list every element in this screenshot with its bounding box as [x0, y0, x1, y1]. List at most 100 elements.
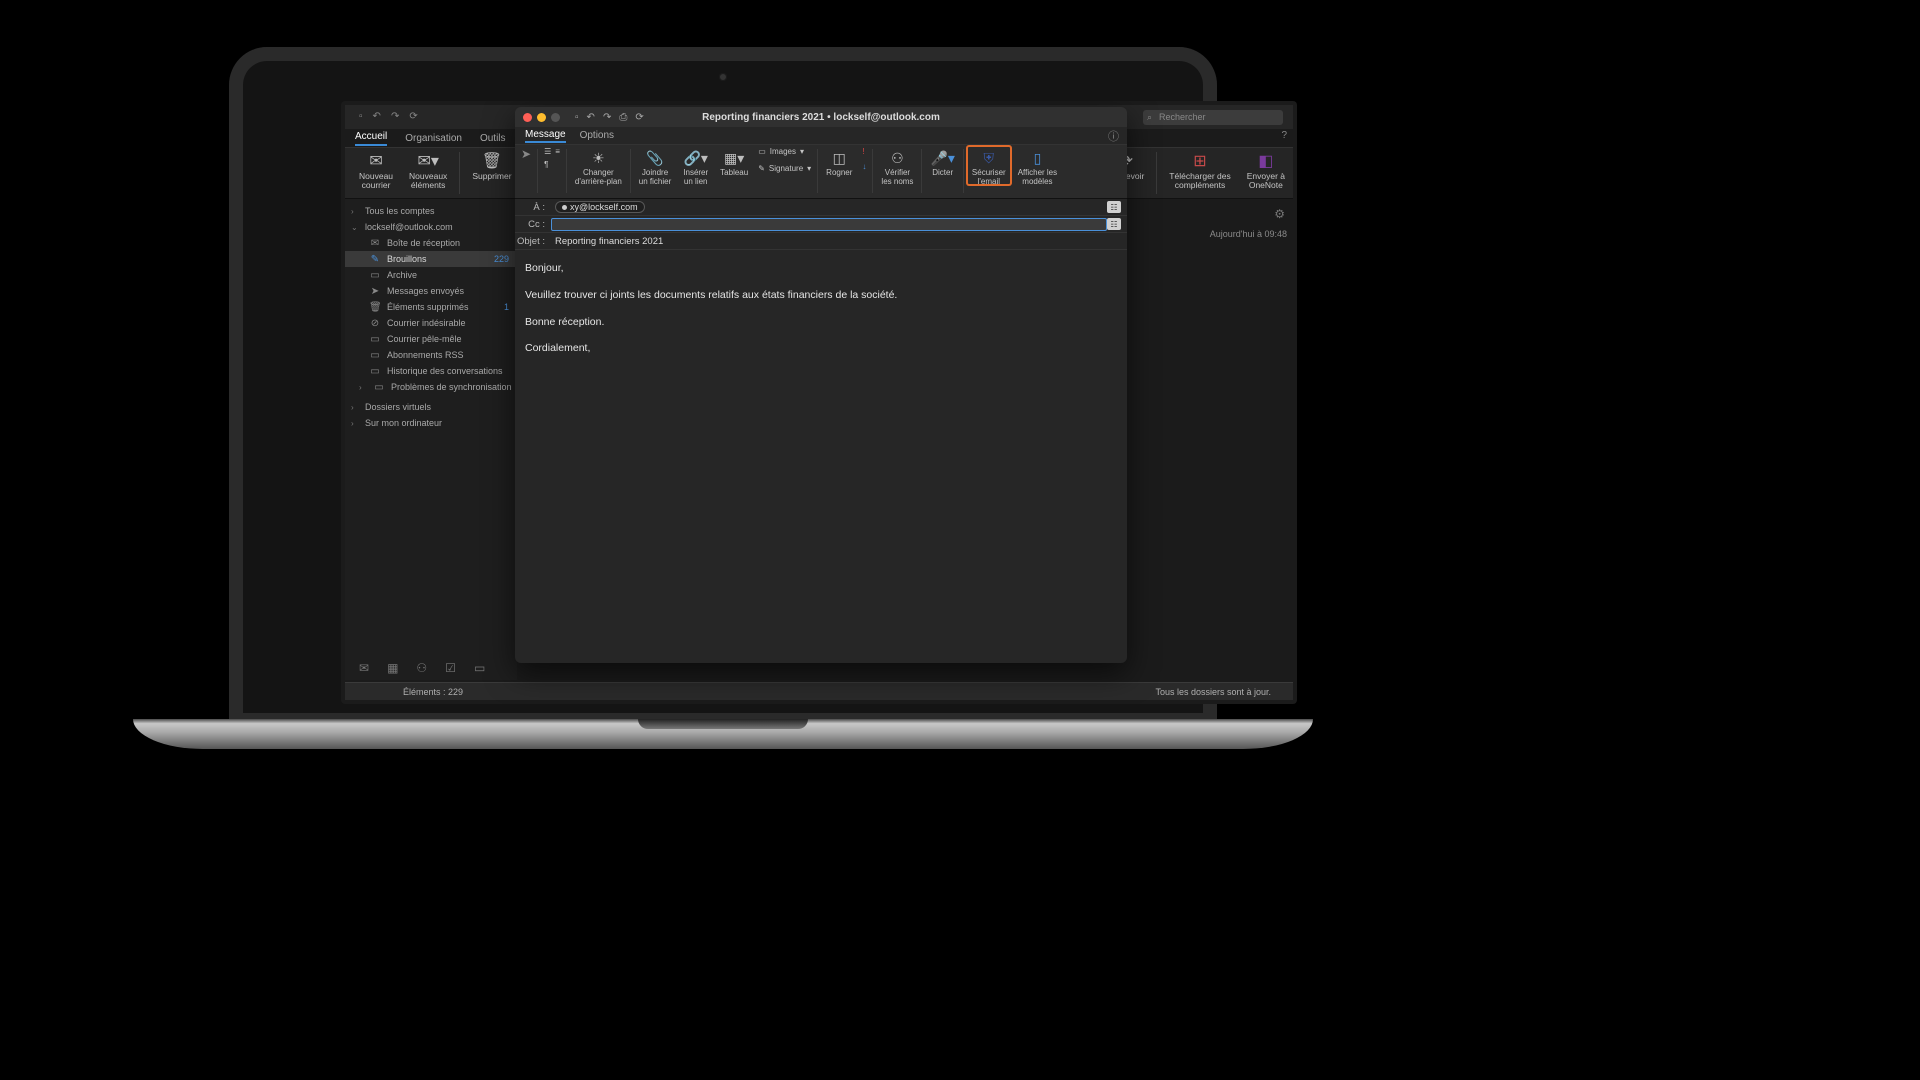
tasks-view-icon[interactable]: ☑: [445, 661, 456, 675]
paperclip-icon: 📎: [646, 149, 663, 167]
tab-message[interactable]: Message: [525, 129, 566, 143]
compose-tabs: Message Options ⓘ: [515, 127, 1127, 145]
sidebar-junk[interactable]: ⊘Courrier indésirable: [345, 315, 517, 331]
sync-icon[interactable]: ⟳: [409, 111, 417, 122]
delete-button[interactable]: 🗑 Supprimer: [464, 148, 519, 198]
print-icon[interactable]: ⎙: [619, 112, 627, 123]
recipient-chip[interactable]: xy@lockself.com: [555, 201, 645, 213]
mail-view-icon[interactable]: ✉: [359, 661, 369, 675]
screen: ▫ ↶ ↷ ⟳ Rechercher Accueil Organisation …: [341, 101, 1297, 704]
separator: [630, 149, 631, 193]
sidebar-tools: ✉ ▦ ⚇ ☑ ▭: [345, 656, 517, 680]
check-names-button[interactable]: ⚇ Vérifier les noms: [875, 145, 919, 186]
link-icon: 🔗▾: [683, 149, 707, 167]
tab-outils[interactable]: Outils: [480, 133, 506, 144]
attach-button[interactable]: 📎 Joindre un fichier: [633, 145, 677, 186]
undo-icon[interactable]: ↶: [373, 111, 381, 122]
save-icon[interactable]: ▫: [359, 111, 363, 122]
images-button[interactable]: ▭ Images▾: [758, 147, 811, 156]
sidebar-all-accounts[interactable]: ›Tous les comptes: [345, 203, 517, 219]
sync-icon[interactable]: ⟳: [635, 112, 643, 123]
sidebar-account[interactable]: ⌄lockself@outlook.com: [345, 219, 517, 235]
junk-icon: ⊘: [369, 318, 381, 329]
separator: [921, 149, 922, 193]
folder-icon: ▭: [369, 366, 381, 377]
search-input[interactable]: Rechercher: [1143, 110, 1283, 125]
envelope-dropdown-icon: ✉▾: [417, 152, 438, 170]
help-icon[interactable]: ⓘ: [1108, 128, 1119, 144]
trash-icon: 🗑: [369, 302, 381, 313]
zoom-icon[interactable]: [551, 113, 560, 122]
new-items-button[interactable]: ✉▾ Nouveaux éléments: [401, 148, 455, 198]
calendar-view-icon[interactable]: ▦: [387, 661, 398, 675]
priority-high-icon[interactable]: !: [862, 147, 866, 156]
body-line: Bonne réception.: [525, 314, 1117, 331]
templates-button[interactable]: ▯ Afficher les modèles: [1012, 145, 1063, 186]
body-line: Veuillez trouver ci joints les documents…: [525, 287, 1117, 304]
sidebar-clutter[interactable]: ▭Courrier pêle-mêle: [345, 331, 517, 347]
archive-icon: ▭: [369, 270, 381, 281]
tab-accueil[interactable]: Accueil: [355, 131, 387, 146]
secure-email-button[interactable]: ⛨ Sécuriser l'email: [966, 145, 1012, 186]
compose-qat: ▫ ↶ ↷ ⎙ ⟳: [575, 112, 644, 123]
undo-icon[interactable]: ↶: [587, 112, 595, 123]
compose-titlebar: ▫ ↶ ↷ ⎙ ⟳ Reporting financiers 2021 • lo…: [515, 107, 1127, 127]
people-view-icon[interactable]: ⚇: [416, 661, 427, 675]
sidebar-history[interactable]: ▭Historique des conversations: [345, 363, 517, 379]
to-field-row: À : xy@lockself.com ☷: [515, 199, 1127, 216]
compose-fields: À : xy@lockself.com ☷ Cc : ☷: [515, 199, 1127, 250]
send-icon: ➤: [521, 147, 531, 161]
sidebar-inbox[interactable]: ✉Boîte de réception: [345, 235, 517, 251]
body-line: Bonjour,: [525, 260, 1117, 277]
addressbook-icon[interactable]: ☷: [1107, 218, 1121, 230]
minimize-icon[interactable]: [537, 113, 546, 122]
close-icon[interactable]: [523, 113, 532, 122]
send-button[interactable]: ➤: [517, 145, 535, 163]
sidebar-sent[interactable]: ➤Messages envoyés: [345, 283, 517, 299]
signature-button[interactable]: ✎ Signature▾: [758, 164, 811, 173]
laptop-mockup: ▫ ↶ ↷ ⟳ Rechercher Accueil Organisation …: [133, 47, 1313, 757]
help-icon[interactable]: ?: [1281, 130, 1287, 141]
table-button[interactable]: ▦▾ Tableau: [714, 145, 754, 177]
body-line: Cordialement,: [525, 340, 1117, 357]
compose-body[interactable]: Bonjour, Veuillez trouver ci joints les …: [515, 250, 1127, 377]
link-button[interactable]: 🔗▾ Insérer un lien: [677, 145, 714, 186]
sidebar-archive[interactable]: ▭Archive: [345, 267, 517, 283]
dictate-button[interactable]: 🎤▾ Dicter: [924, 145, 960, 177]
gear-icon[interactable]: ⚙: [1274, 207, 1285, 221]
sidebar-drafts[interactable]: ✎ Brouillons229: [345, 251, 517, 267]
tab-organisation[interactable]: Organisation: [405, 133, 462, 144]
numbering-icon[interactable]: ≡: [555, 147, 560, 156]
onenote-button[interactable]: ◧ Envoyer à OneNote: [1239, 148, 1293, 198]
sidebar-local[interactable]: ›Sur mon ordinateur: [345, 415, 517, 431]
sent-icon: ➤: [369, 286, 381, 297]
crop-button[interactable]: ◫ Rogner: [820, 145, 858, 177]
redo-icon[interactable]: ↷: [391, 111, 399, 122]
background-button[interactable]: ☀ Changer d'arrière-plan: [569, 145, 628, 186]
sidebar-sync-problems[interactable]: ›▭Problèmes de synchronisation: [345, 379, 517, 395]
status-bar: Éléments : 229 Tous les dossiers sont à …: [345, 682, 1293, 700]
addressbook-icon[interactable]: ☷: [1107, 201, 1121, 213]
new-mail-button[interactable]: ✉ Nouveau courrier: [351, 148, 401, 198]
to-field[interactable]: xy@lockself.com: [551, 201, 1107, 213]
priority-low-icon[interactable]: ↓: [862, 162, 866, 171]
quick-access-toolbar: ▫ ↶ ↷ ⟳: [359, 111, 418, 122]
addins-button[interactable]: ⊞ Télécharger des compléments: [1161, 148, 1238, 198]
tab-options[interactable]: Options: [580, 130, 614, 141]
compose-window: ▫ ↶ ↷ ⎙ ⟳ Reporting financiers 2021 • lo…: [515, 107, 1127, 663]
notes-view-icon[interactable]: ▭: [474, 661, 485, 675]
bullets-icon[interactable]: ☰: [544, 147, 551, 156]
save-icon[interactable]: ▫: [575, 112, 579, 123]
separator: [1156, 152, 1157, 194]
sidebar-virtual[interactable]: ›Dossiers virtuels: [345, 399, 517, 415]
mic-icon: 🎤▾: [930, 149, 954, 167]
sidebar-rss[interactable]: ▭Abonnements RSS: [345, 347, 517, 363]
cc-field[interactable]: [551, 218, 1107, 231]
folder-icon: ▭: [369, 334, 381, 345]
presence-icon: [562, 205, 567, 210]
sidebar-deleted[interactable]: 🗑Éléments supprimés 1: [345, 299, 517, 315]
separator: [963, 149, 964, 193]
subject-field[interactable]: Reporting financiers 2021: [551, 236, 1127, 247]
redo-icon[interactable]: ↷: [603, 112, 611, 123]
pilcrow-icon[interactable]: ¶: [544, 160, 548, 169]
